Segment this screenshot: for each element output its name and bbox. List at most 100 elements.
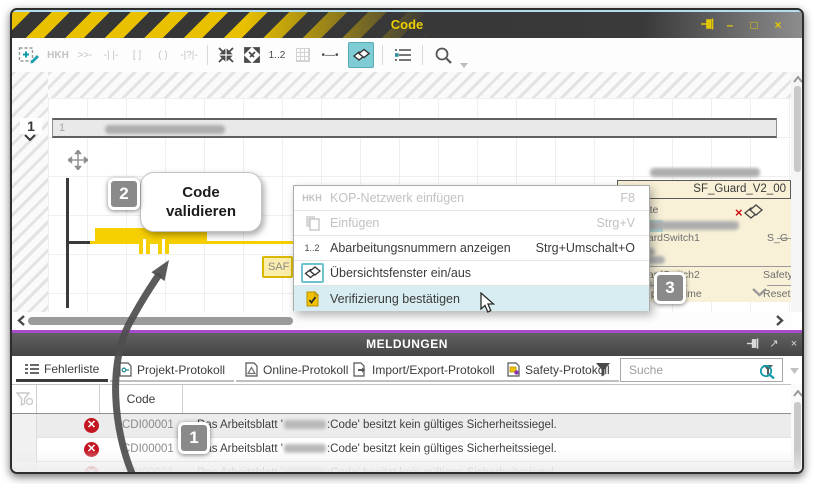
network-header[interactable]: 1	[52, 118, 777, 138]
messages-panel-titlebar[interactable]: MELDUNGEN ↗ ×	[12, 333, 802, 356]
scroll-right-icon[interactable]	[776, 315, 784, 326]
messages-table-header: Code	[12, 384, 802, 414]
svg-text:×: ×	[735, 205, 743, 220]
collapse-all-icon[interactable]	[214, 42, 238, 68]
toolbar: HKH >>- -| |- [ ] ( ) -|?|- 1..2 •—•	[12, 38, 802, 72]
fb-pin-line	[777, 238, 791, 239]
grid-icon[interactable]	[292, 42, 314, 68]
menu-item-einfuegen[interactable]: Einfügen Strg+V	[294, 211, 649, 236]
step-badge-3: 3	[654, 272, 686, 304]
network-number[interactable]: 1	[20, 118, 42, 134]
canvas-margin-left	[12, 72, 48, 312]
clear-filter-icon	[16, 392, 33, 406]
expand-all-icon[interactable]	[240, 42, 264, 68]
menu-item-shortcut: Strg+Umschalt+O	[536, 241, 649, 255]
scrollbar-thumb[interactable]	[28, 317, 293, 325]
menu-item-abarbeitungsnummern[interactable]: 1..2 Abarbeitungsnummern anzeigen Strg+U…	[294, 236, 649, 261]
network-collapse-chevron-icon[interactable]	[24, 134, 36, 141]
toolbar-separator	[382, 45, 383, 65]
variable-box[interactable]: SAF	[262, 256, 293, 278]
maximize-button[interactable]: □	[745, 17, 763, 33]
tab-fehlerliste[interactable]: Fehlerliste	[16, 359, 108, 382]
kop-network-icon[interactable]: HKH	[45, 42, 71, 68]
tab-import-export-protokoll[interactable]: Import/Export-Protokoll	[344, 359, 504, 382]
titlebar[interactable]: Code – □ ×	[12, 12, 802, 38]
code-window: Code – □ × HKH >>- -| |- [ ] ( ) -|?|-	[10, 8, 804, 474]
add-network-button[interactable]	[16, 42, 42, 68]
canvas-vertical-scrollbar[interactable]	[791, 72, 804, 312]
bottom-fade	[12, 450, 802, 474]
connection-icon[interactable]: •—•	[316, 42, 344, 68]
menu-item-label: Abarbeitungsnummern anzeigen	[330, 241, 536, 255]
scrollbar-thumb[interactable]	[794, 86, 801, 172]
numbering-icon[interactable]: 1..2	[264, 42, 290, 68]
tab-projekt-protokoll[interactable]: Projekt-Protokoll	[110, 359, 234, 382]
tab-label: Online-Protokoll	[263, 363, 348, 377]
window-title: Code	[12, 12, 802, 38]
minimize-button[interactable]: –	[721, 17, 739, 33]
fb-chevron-down-icon[interactable]	[752, 288, 767, 297]
canvas-horizontal-scrollbar[interactable]	[12, 312, 791, 328]
menu-item-label: Übersichtsfenster ein/aus	[330, 266, 635, 280]
filter-icon[interactable]	[595, 362, 611, 377]
compare-contact-icon[interactable]: -|?|-	[175, 42, 203, 68]
step-badge-2: 2	[108, 178, 140, 210]
menu-item-label: KOP-Netzwerk einfügen	[330, 191, 620, 205]
fb-output-label: Reset	[763, 288, 790, 300]
filter-column-header[interactable]	[12, 385, 37, 413]
execution-list-icon[interactable]	[390, 42, 416, 68]
rung-line	[66, 241, 92, 244]
overview-window-icon	[294, 263, 330, 283]
scroll-up-icon[interactable]	[793, 390, 803, 397]
popout-icon[interactable]: ↗	[766, 337, 782, 352]
pin-icon[interactable]	[746, 337, 762, 352]
redacted-worksheet-name	[284, 420, 326, 429]
menu-item-shortcut: F8	[620, 191, 649, 205]
error-icon: ✕	[84, 418, 99, 433]
menu-item-kop-netzwerk-einfuegen[interactable]: HKH KOP-Netzwerk einfügen F8	[294, 186, 649, 211]
contact-icon[interactable]: -| |-	[99, 42, 123, 68]
document-warning-icon	[245, 362, 258, 377]
pin-icon[interactable]	[700, 17, 718, 33]
redacted-network-title	[105, 125, 225, 134]
context-menu: HKH KOP-Netzwerk einfügen F8 Einfügen St…	[293, 185, 650, 311]
zoom-icon[interactable]	[430, 42, 456, 68]
scroll-left-icon[interactable]	[17, 315, 25, 326]
fb-output-label: Safety	[763, 269, 791, 281]
row-marker-cell	[12, 414, 37, 438]
message-text-suffix: :Code' besitzt kein gültiges Sicherheits…	[327, 419, 557, 431]
close-panel-icon[interactable]: ×	[786, 337, 802, 352]
verification-invalid-icon: ×	[735, 202, 765, 221]
code-column-header[interactable]: Code	[100, 385, 183, 413]
close-button[interactable]: ×	[769, 17, 787, 33]
move-cursor-icon	[68, 150, 88, 170]
branch-icon[interactable]: >>-	[73, 42, 97, 68]
search-input[interactable]	[627, 361, 752, 379]
network-header-number: 1	[59, 122, 65, 134]
tab-label: Projekt-Protokoll	[137, 363, 225, 377]
overview-window-button[interactable]	[348, 42, 374, 68]
paste-icon	[294, 215, 330, 231]
tab-online-protokoll[interactable]: Online-Protokoll	[236, 359, 357, 382]
canvas-margin-top	[48, 72, 791, 98]
list-icon	[25, 363, 39, 375]
function-box-icon[interactable]: [ ]	[125, 42, 149, 68]
message-row[interactable]: ✕ CDI00001 Das Arbeitsblatt ':Code' besi…	[12, 414, 802, 438]
hkh-icon: HKH	[294, 193, 330, 203]
chevron-down-icon[interactable]	[790, 368, 799, 374]
scroll-up-icon[interactable]	[793, 76, 803, 83]
toolbar-separator	[207, 45, 208, 65]
tab-label: Import/Export-Protokoll	[372, 363, 495, 377]
contact-gap	[162, 239, 165, 245]
severity-column-header[interactable]	[37, 385, 100, 413]
contact-symbol[interactable]	[146, 228, 150, 254]
menu-item-uebersichtsfenster[interactable]: Übersichtsfenster ein/aus	[294, 261, 649, 286]
screenshot: Code – □ × HKH >>- -| |- [ ] ( ) -|?|-	[0, 0, 818, 484]
highlighted-rung[interactable]	[90, 241, 293, 244]
menu-item-shortcut: Strg+V	[596, 216, 649, 230]
search-filter-icon[interactable]	[759, 363, 777, 379]
document-arrows-icon	[353, 362, 367, 377]
mouse-cursor	[480, 292, 495, 314]
menu-item-verifizierung-bestaetigen[interactable]: Verifizierung bestätigen	[294, 286, 649, 311]
coil-icon[interactable]: ( )	[151, 42, 175, 68]
